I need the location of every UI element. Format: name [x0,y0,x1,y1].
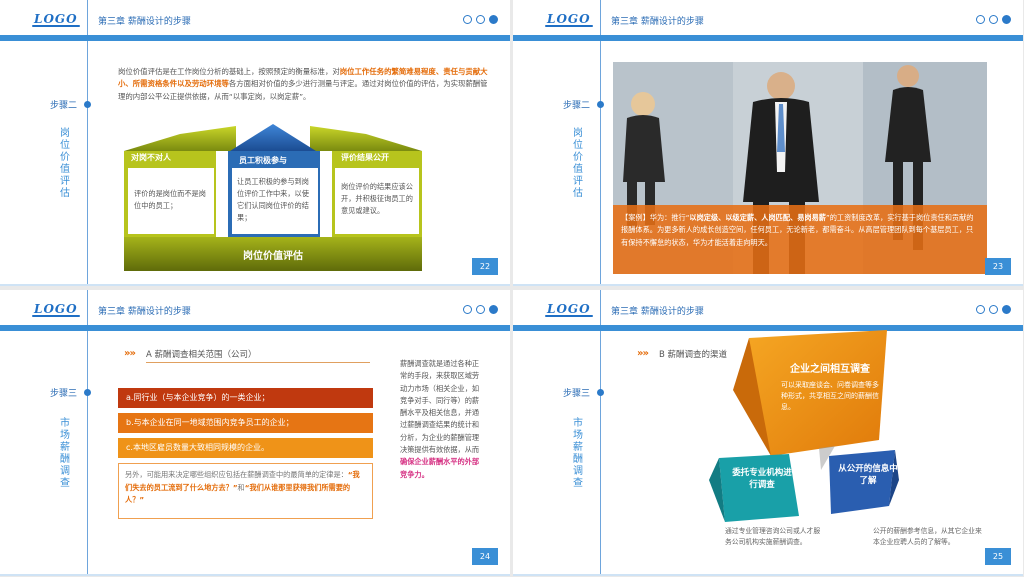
chapter-title: 第三章 薪酬设计的步骤 [611,307,704,317]
logo: LOGO [32,302,80,317]
circle-filled-icon [489,305,498,314]
vertical-divider [87,0,88,286]
range-item: c.本地区雇员数量大致相同规模的企业。 [118,438,373,458]
card-title: 对岗不对人 [131,153,171,162]
footer-line [513,284,1023,286]
nav-circles [463,305,498,314]
circle-icon [976,15,985,24]
chapter-title: 第三章 薪酬设计的步骤 [98,17,191,27]
vertical-title: 岗位价值评估 [60,128,70,199]
card-title: 员工积极参与 [239,156,287,165]
channel-title: 企业之间相互调查 [790,364,870,375]
circle-icon [476,15,485,24]
page-number: 22 [472,258,498,275]
circle-filled-icon [1002,305,1011,314]
vertical-title: 岗位价值评估 [573,128,583,199]
card-text: 评价的是岗位而不是岗位中的员工； [128,168,214,234]
slide-25: LOGO 第三章 薪酬设计的步骤 步骤三 市场薪酬调查 »» B 薪酬调查的渠道… [513,290,1023,576]
channel-title: 委托专业机构进行调查 [732,468,792,490]
card-title: 评价结果公开 [341,153,389,162]
header-bar [0,35,510,41]
nav-circles [463,15,498,24]
channel-text: 公开的薪酬参考信息，从其它企业来本企业应聘人员的了解等。 [873,527,982,546]
step-dot-icon [597,101,604,108]
section-heading: A 薪酬调查相关范围（公司） [146,350,257,360]
range-item: a.同行业（与本企业竞争）的一类企业； [118,388,373,408]
base-label: 岗位价值评估 [243,251,303,262]
page-number: 25 [985,548,1011,565]
page-number: 24 [472,548,498,565]
step-label: 步骤二 [563,101,591,111]
circle-icon [976,305,985,314]
intro-paragraph: 岗位价值评估是在工作岗位分析的基础上，按照预定的衡量标准，对岗位工作任务的繁简难… [118,67,488,101]
channel-text: 可以采取座谈会、问卷调查等多种形式，共享相互之间的薪酬信息。 [781,381,879,411]
survey-description: 薪酬调查就是通过各种正常的手段，来获取区域劳动力市场（相关企业，如竞争对手、同行… [400,359,480,479]
step-dot-icon [84,389,91,396]
chevrons-icon: »» [124,348,136,359]
circle-icon [989,305,998,314]
step-dot-icon [84,101,91,108]
circle-icon [463,305,472,314]
chapter-title: 第三章 薪酬设计的步骤 [98,307,191,317]
header-bar [0,325,510,331]
range-item: b.与本企业在同一地域范围内竞争员工的企业； [118,413,373,433]
channel-text: 通过专业管理咨询公司或人才服务公司机构实施薪酬调查。 [725,527,821,546]
step-label: 步骤三 [50,389,78,399]
header-bar [513,35,1023,41]
card-text: 岗位评价的结果应该公开，并积极征询员工的意见或建议。 [335,168,419,234]
vertical-title: 市场薪酬调查 [60,418,70,489]
nav-circles [976,305,1011,314]
logo: LOGO [545,302,593,317]
vertical-divider [600,0,601,286]
circle-filled-icon [489,15,498,24]
vertical-divider [87,290,88,576]
footer-line [0,284,510,286]
case-caption: 【案例】华为：推行“以岗定级、以级定薪、人岗匹配、易岗易薪”的工资制度改革，实行… [613,205,987,274]
vertical-divider [600,290,601,576]
card-text: 让员工积极的参与到岗位评价工作中来，以使它们认同岗位评价的结果； [232,168,318,234]
logo: LOGO [32,12,80,27]
logo: LOGO [545,12,593,27]
step-label: 步骤三 [563,389,591,399]
footer-line [0,574,510,576]
circle-icon [989,15,998,24]
slide-23: LOGO 第三章 薪酬设计的步骤 步骤二 岗位价值评估 【案例】华为：推行“以岗… [513,0,1023,286]
slide-24: LOGO 第三章 薪酬设计的步骤 步骤三 市场薪酬调查 »» A 薪酬调查相关范… [0,290,510,576]
heading-underline [146,362,370,363]
vertical-title: 市场薪酬调查 [573,418,583,489]
channel-title: 从公开的信息中了解 [838,464,898,486]
step-dot-icon [597,389,604,396]
circle-icon [476,305,485,314]
step-label: 步骤二 [50,101,78,111]
circle-icon [463,15,472,24]
nav-circles [976,15,1011,24]
chevrons-icon: »» [637,348,649,359]
note-box: 另外，可能用来决定哪些组织应包括在薪酬调查中的最简单的定律是：“我们失去的员工流… [118,463,373,519]
slide-22: LOGO 第三章 薪酬设计的步骤 步骤二 岗位价值评估 岗位价值评估是在工作岗位… [0,0,510,286]
page-number: 23 [985,258,1011,275]
footer-line [513,574,1023,576]
chapter-title: 第三章 薪酬设计的步骤 [611,17,704,27]
circle-filled-icon [1002,15,1011,24]
